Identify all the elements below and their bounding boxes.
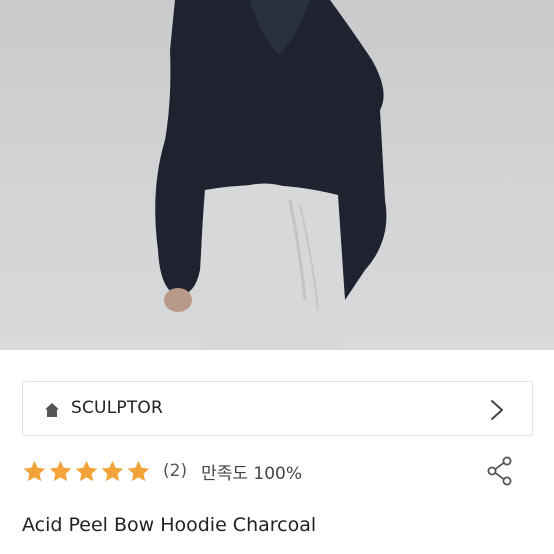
brand-name: SCULPTOR [71, 398, 164, 418]
star-icon [49, 460, 72, 481]
review-count[interactable]: (2) [163, 461, 187, 481]
satisfaction-text: 만족도 100% [201, 463, 303, 484]
rating-row: (2) 만족도 100% [22, 456, 302, 486]
star-icon [101, 460, 124, 481]
star-icon [75, 460, 98, 481]
product-photo-illustration [155, 0, 387, 350]
star-rating [22, 459, 151, 484]
star-icon [23, 460, 46, 481]
brand-link-card[interactable]: SCULPTOR [22, 381, 533, 436]
product-title: Acid Peel Bow Hoodie Charcoal [22, 514, 317, 536]
star-icon [127, 460, 150, 481]
home-icon [45, 403, 59, 417]
chevron-right-icon[interactable] [490, 399, 504, 421]
share-icon[interactable] [487, 456, 513, 486]
product-photo[interactable] [0, 0, 554, 350]
